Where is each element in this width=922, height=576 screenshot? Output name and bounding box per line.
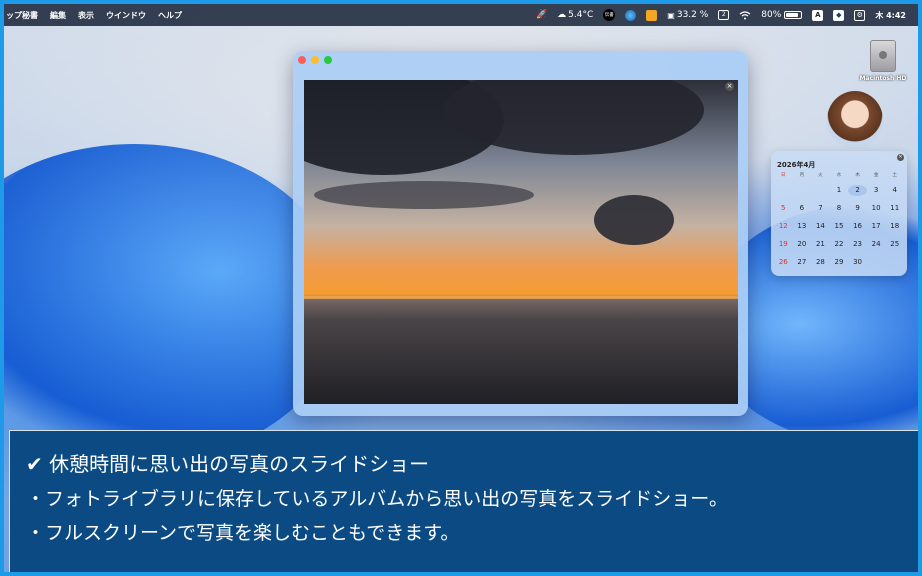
app-badge-text: 伝書 <box>604 13 614 18</box>
calendar-day[interactable]: 12 <box>774 221 793 232</box>
calendar-weekday: 月 <box>799 173 805 178</box>
menu-item-edit[interactable]: 編集 <box>50 10 66 21</box>
calendar-day[interactable]: 30 <box>848 257 867 268</box>
calendar-day[interactable]: 14 <box>811 221 830 232</box>
menu-item-view[interactable]: 表示 <box>78 10 94 21</box>
calendar-day[interactable]: 8 <box>830 203 849 214</box>
calendar-day[interactable]: 16 <box>848 221 867 232</box>
calendar-day[interactable]: 1 <box>830 185 849 196</box>
calendar-day[interactable]: 28 <box>811 257 830 268</box>
desktop: ップ秘書 編集 表示 ウインドウ ヘルプ 🚀 ☁ 5.4°C 伝書 ▣ 33.2… <box>0 0 922 576</box>
sunset-photo-image <box>304 80 738 404</box>
calendar-weekday: 土 <box>892 173 897 178</box>
calendar-day[interactable]: 5 <box>774 203 793 214</box>
calendar-day[interactable]: 21 <box>811 239 830 250</box>
input-mode-icon[interactable]: A <box>812 9 824 21</box>
app-badge-icon[interactable]: 伝書 <box>603 9 616 21</box>
notes-icon[interactable] <box>646 9 658 21</box>
calendar-day[interactable]: 7 <box>811 203 830 214</box>
menu-bar: ップ秘書 編集 表示 ウインドウ ヘルプ 🚀 ☁ 5.4°C 伝書 ▣ 33.2… <box>4 4 918 26</box>
hard-drive-icon <box>870 40 896 72</box>
globe-icon[interactable] <box>625 9 637 21</box>
calendar-weekday: 金 <box>873 173 879 178</box>
calendar-day[interactable]: 26 <box>774 257 793 268</box>
caption-line-2: ・フルスクリーンで写真を楽しむこともできます。 <box>26 522 460 544</box>
slideshow-photo: × <box>304 80 738 404</box>
calendar-day[interactable]: 29 <box>830 257 849 268</box>
calendar-close-icon[interactable]: × <box>897 154 904 161</box>
photo-close-icon[interactable]: × <box>725 82 734 91</box>
battery-percent: 80% <box>761 10 782 20</box>
feature-caption: ✔ 休憩時間に思い出の写真のスライドショー ・フォトライブラリに保存しているアル… <box>9 430 918 572</box>
calendar-day[interactable]: 4 <box>885 185 904 196</box>
calendar-day <box>774 185 793 196</box>
calendar-day[interactable]: 10 <box>867 203 886 214</box>
weather-temp: 5.4°C <box>568 10 594 20</box>
calendar-menu-icon[interactable]: 2 <box>718 10 730 20</box>
menu-clock[interactable]: 木 4:42 <box>875 10 906 21</box>
calendar-day[interactable]: 2 <box>848 185 867 196</box>
calendar-day[interactable]: 17 <box>867 221 886 232</box>
calendar-title: 2026年4月 <box>777 161 816 169</box>
calendar-day[interactable]: 18 <box>885 221 904 232</box>
calendar-day[interactable]: 23 <box>848 239 867 250</box>
calendar-day <box>793 185 812 196</box>
calendar-day <box>811 185 830 196</box>
caption-heading: ✔ 休憩時間に思い出の写真のスライドショー <box>26 452 430 476</box>
control-center-icon[interactable]: ⚙ <box>854 9 866 21</box>
weather-widget[interactable]: ☁ 5.4°C <box>557 10 593 20</box>
battery-status[interactable]: 80% <box>761 10 803 20</box>
calendar-day[interactable]: 19 <box>774 239 793 250</box>
calendar-widget: × 2026年4月 日月火水木金土 1 2 3 4 5 6 7 8 9 10 11 12 13 14 15 16… <box>771 151 907 276</box>
rocket-icon[interactable]: 🚀 <box>536 10 547 20</box>
window-zoom-button[interactable] <box>324 56 332 64</box>
window-close-button[interactable] <box>298 56 306 64</box>
calendar-day[interactable]: 13 <box>793 221 812 232</box>
calendar-weekday: 日 <box>781 173 786 178</box>
cpu-icon: ▣ <box>667 10 675 20</box>
calendar-day[interactable]: 22 <box>830 239 849 250</box>
calendar-grid: 日月火水木金土 1 2 3 4 5 6 7 8 9 10 11 12 13 14 15 16 17 18 19 20 21… <box>774 172 904 268</box>
cpu-usage: 33.2 % <box>676 10 709 20</box>
cpu-monitor[interactable]: ▣ 33.2 % <box>667 10 708 20</box>
window-minimize-button[interactable] <box>311 56 319 64</box>
cloud-icon: ☁ <box>557 10 567 20</box>
battery-icon <box>784 11 803 19</box>
app-menu-icon[interactable]: ◆ <box>833 9 845 21</box>
calendar-weekday: 水 <box>836 173 842 178</box>
calendar-weekday: 火 <box>818 173 823 178</box>
assistant-avatar[interactable] <box>827 91 883 149</box>
caption-line-1: ・フォトライブラリに保存しているアルバムから思い出の写真をスライドショー。 <box>26 488 729 510</box>
calendar-day[interactable]: 27 <box>793 257 812 268</box>
menu-app-name[interactable]: ップ秘書 <box>6 10 38 21</box>
calendar-day[interactable]: 3 <box>867 185 886 196</box>
calendar-weekday: 木 <box>855 173 860 178</box>
calendar-day[interactable]: 24 <box>867 239 886 250</box>
calendar-day[interactable]: 6 <box>793 203 812 214</box>
input-mode-label: A <box>815 11 821 19</box>
menu-item-window[interactable]: ウインドウ <box>106 10 146 21</box>
calendar-day[interactable]: 11 <box>885 203 904 214</box>
calendar-day[interactable]: 15 <box>830 221 849 232</box>
calendar-day[interactable]: 25 <box>885 239 904 250</box>
calendar-day[interactable]: 20 <box>793 239 812 250</box>
calendar-menu-day: 2 <box>718 10 730 20</box>
menu-item-help[interactable]: ヘルプ <box>158 10 182 21</box>
calendar-day[interactable]: 9 <box>848 203 867 214</box>
wifi-icon[interactable] <box>739 10 751 20</box>
drive-label: Macintosh HD <box>859 75 907 82</box>
macintosh-hd-icon[interactable]: Macintosh HD <box>856 40 910 82</box>
slideshow-window: × <box>293 51 748 416</box>
